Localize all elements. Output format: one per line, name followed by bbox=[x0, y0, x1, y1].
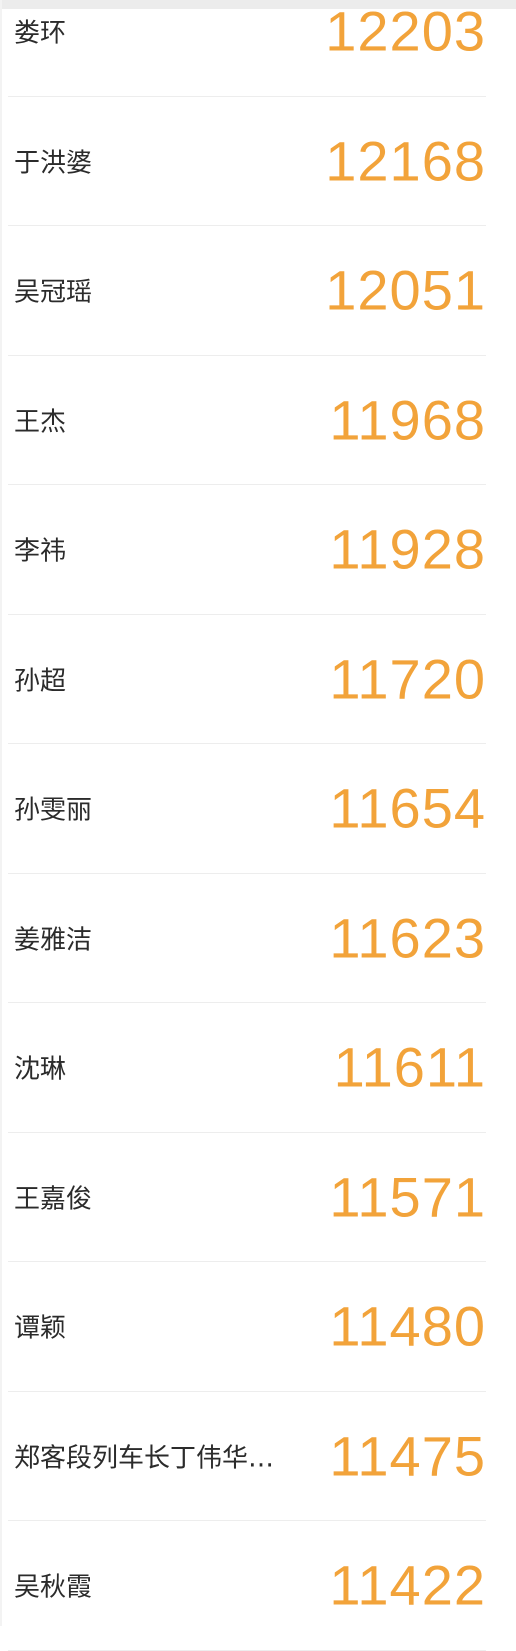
user-name: 沈琳 bbox=[14, 1054, 67, 1085]
user-name: 郑客段列车长丁伟华… bbox=[14, 1443, 275, 1474]
user-name: 孙雯丽 bbox=[14, 795, 93, 826]
user-name: 谭颖 bbox=[14, 1313, 67, 1344]
user-name: 于洪婆 bbox=[14, 148, 93, 179]
user-score: 11611 bbox=[333, 1035, 486, 1099]
list-item[interactable]: 娄环 12203 bbox=[8, 0, 486, 97]
list-item[interactable]: 吴秋霞 11422 bbox=[8, 1521, 486, 1651]
list-item[interactable]: 孙超 11720 bbox=[8, 615, 486, 744]
user-score: 11422 bbox=[329, 1553, 486, 1617]
user-score: 11480 bbox=[329, 1294, 486, 1358]
user-name: 姜雅洁 bbox=[14, 925, 93, 956]
list-item[interactable]: 王嘉俊 11571 bbox=[8, 1133, 486, 1262]
list-item[interactable]: 郑客段列车长丁伟华… 11475 bbox=[8, 1392, 486, 1521]
user-name: 王嘉俊 bbox=[14, 1184, 93, 1215]
list-item[interactable]: 于洪婆 12168 bbox=[8, 97, 486, 226]
user-name: 吴冠瑶 bbox=[14, 277, 93, 308]
user-score: 11928 bbox=[329, 517, 486, 581]
user-score: 11623 bbox=[329, 906, 486, 970]
ranking-list: 娄环 12203 于洪婆 12168 吴冠瑶 12051 王杰 11968 李祎… bbox=[0, 0, 516, 1651]
user-name: 吴秋霞 bbox=[14, 1572, 93, 1603]
list-item[interactable]: 王杰 11968 bbox=[8, 356, 486, 485]
user-name: 孙超 bbox=[14, 666, 67, 697]
user-name: 娄环 bbox=[14, 18, 67, 49]
list-item[interactable]: 吴冠瑶 12051 bbox=[8, 226, 486, 356]
user-name: 李祎 bbox=[14, 536, 67, 567]
user-score: 12051 bbox=[325, 258, 486, 322]
user-name: 王杰 bbox=[14, 407, 67, 438]
list-item[interactable]: 谭颖 11480 bbox=[8, 1262, 486, 1392]
list-item[interactable]: 沈琳 11611 bbox=[8, 1003, 486, 1133]
user-score: 11571 bbox=[329, 1165, 486, 1229]
user-score: 11654 bbox=[329, 776, 486, 840]
user-score: 12168 bbox=[325, 129, 486, 193]
user-score: 11475 bbox=[329, 1424, 486, 1488]
list-item[interactable]: 姜雅洁 11623 bbox=[8, 874, 486, 1003]
list-item[interactable]: 李祎 11928 bbox=[8, 485, 486, 615]
user-score: 11720 bbox=[329, 647, 486, 711]
list-item[interactable]: 孙雯丽 11654 bbox=[8, 744, 486, 874]
user-score: 11968 bbox=[329, 388, 486, 452]
user-score: 12203 bbox=[325, 0, 486, 63]
